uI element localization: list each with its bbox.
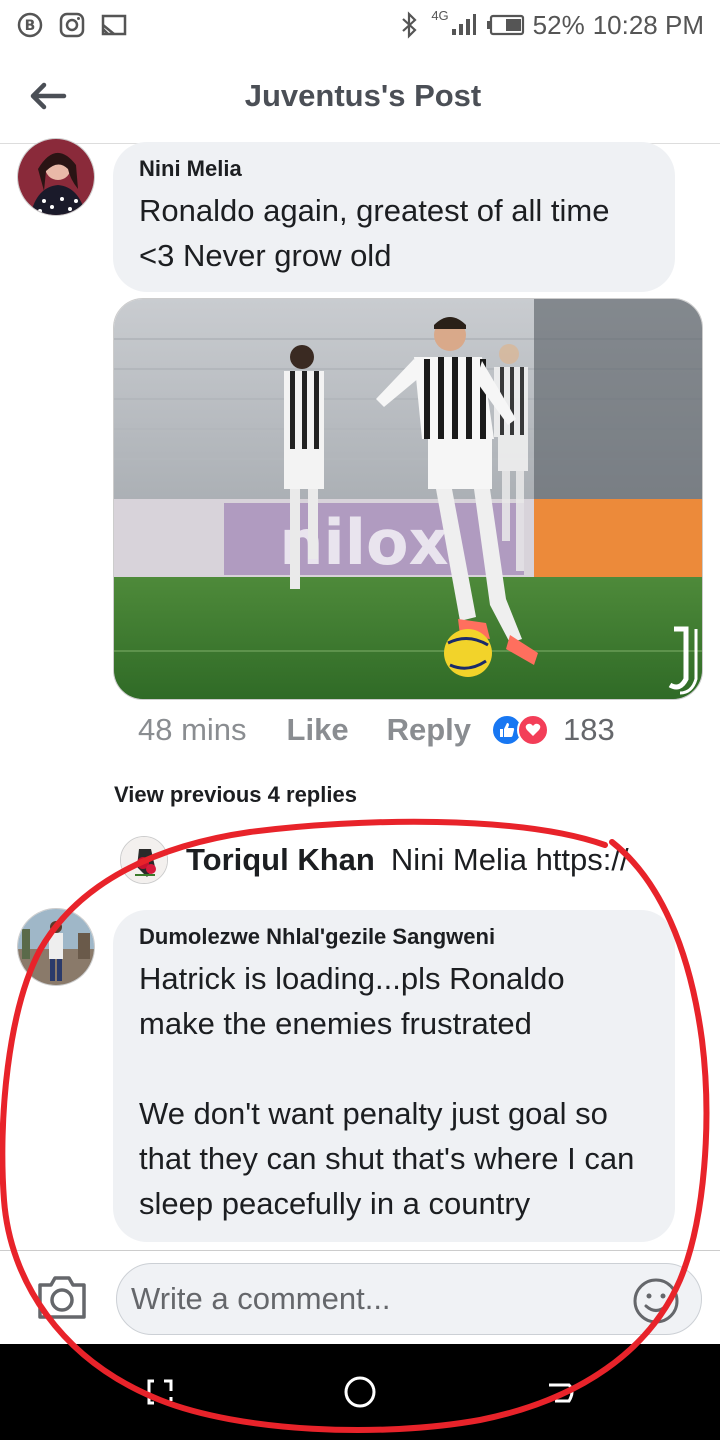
board-text: nilox bbox=[279, 506, 448, 579]
comment-meta: 48 mins Like Reply 183 bbox=[138, 712, 615, 748]
comment-composer bbox=[0, 1250, 720, 1342]
comment-input[interactable] bbox=[116, 1263, 702, 1335]
svg-text:B: B bbox=[25, 18, 36, 34]
comment-bubble[interactable]: Nini Melia Ronaldo again, greatest of al… bbox=[113, 142, 675, 292]
reaction-count[interactable]: 183 bbox=[563, 712, 615, 748]
view-previous-replies[interactable]: View previous 4 replies bbox=[114, 782, 357, 808]
comment-text: Ronaldo again, greatest of all time <3 N… bbox=[139, 193, 619, 273]
comment-time[interactable]: 48 mins bbox=[138, 712, 247, 748]
avatar-dumolezwe[interactable] bbox=[17, 908, 95, 986]
emoji-icon bbox=[633, 1278, 679, 1324]
instagram-icon bbox=[58, 11, 86, 39]
recent-apps-icon bbox=[147, 1379, 173, 1405]
page-title: Juventus's Post bbox=[244, 78, 482, 113]
avatar-nini-melia[interactable] bbox=[17, 138, 95, 216]
battery-percent: 52% bbox=[532, 9, 585, 40]
back-nav-icon bbox=[549, 1383, 574, 1403]
emoji-button[interactable] bbox=[632, 1277, 680, 1325]
battery-icon bbox=[485, 11, 525, 39]
post-header: Juventus's Post bbox=[0, 50, 720, 144]
reactions[interactable] bbox=[491, 714, 549, 746]
reply-button[interactable]: Reply bbox=[387, 712, 471, 748]
network-type: 4G bbox=[431, 7, 449, 23]
reply-author[interactable]: Toriqul Khan bbox=[186, 842, 375, 878]
back-nav-button[interactable] bbox=[538, 1370, 582, 1414]
camera-button[interactable] bbox=[36, 1273, 88, 1321]
like-button[interactable]: Like bbox=[287, 712, 349, 748]
camera-icon bbox=[38, 1276, 86, 1319]
comment-bubble-2[interactable]: Dumolezwe Nhlal'gezile Sangweni Hatrick … bbox=[113, 910, 675, 1242]
status-bar: B 4G 52% 10:28 PM bbox=[0, 0, 720, 50]
latest-reply[interactable]: Toriqul Khan Nini Melia https:// bbox=[120, 836, 661, 884]
status-right-icons: 4G 52% 10:28 PM bbox=[395, 7, 704, 41]
b-badge-icon: B bbox=[16, 11, 44, 39]
home-icon bbox=[344, 1376, 376, 1408]
comment-text-2: Hatrick is loading...pls Ronaldo make th… bbox=[139, 961, 635, 1221]
reply-preview[interactable]: Nini Melia https:// bbox=[391, 842, 661, 878]
recent-apps-button[interactable] bbox=[138, 1370, 182, 1414]
cast-icon bbox=[100, 11, 128, 39]
comment-photo[interactable]: nilox bbox=[113, 298, 703, 700]
heart-reaction-icon bbox=[517, 714, 549, 746]
clock: 10:28 PM bbox=[592, 9, 704, 40]
comment-author[interactable]: Nini Melia bbox=[139, 156, 649, 182]
status-left-icons: B bbox=[16, 11, 128, 39]
signal-icon bbox=[449, 11, 477, 39]
avatar-toriqul-khan[interactable] bbox=[120, 836, 168, 884]
comment-author-2[interactable]: Dumolezwe Nhlal'gezile Sangweni bbox=[139, 924, 649, 950]
bluetooth-icon bbox=[395, 11, 423, 39]
android-nav-bar bbox=[0, 1344, 720, 1440]
home-button[interactable] bbox=[338, 1370, 382, 1414]
